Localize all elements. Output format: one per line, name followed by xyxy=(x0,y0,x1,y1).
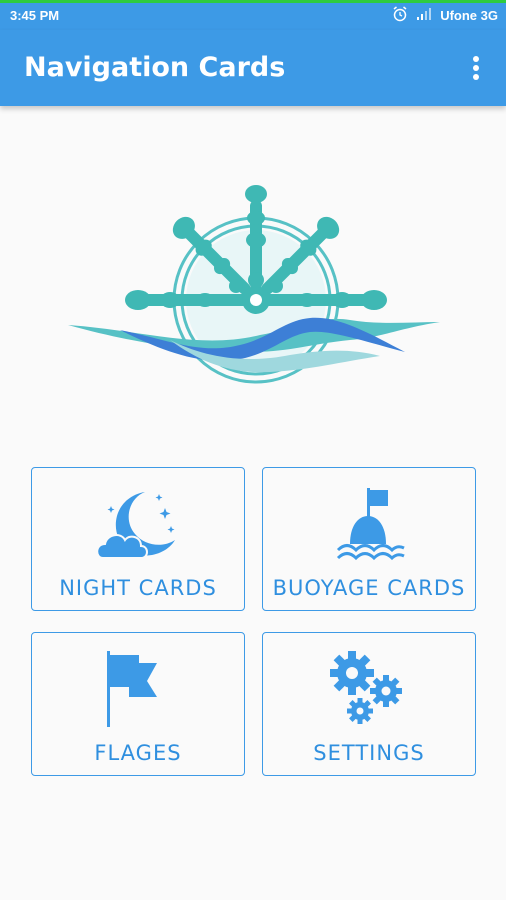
app-title: Navigation Cards xyxy=(24,52,286,83)
signal-icon xyxy=(416,7,432,24)
buoyage-cards-button[interactable]: BUOYAGE CARDS xyxy=(262,467,476,611)
moon-cloud-icon xyxy=(93,486,183,562)
night-cards-button[interactable]: NIGHT CARDS xyxy=(31,467,245,611)
flags-button[interactable]: FLAGES xyxy=(31,632,245,776)
more-vert-icon[interactable] xyxy=(464,52,488,86)
card-label: SETTINGS xyxy=(313,741,425,765)
flag-icon xyxy=(93,651,183,727)
status-time: 3:45 PM xyxy=(10,8,60,23)
status-carrier: Ufone 3G xyxy=(440,8,498,23)
status-right: Ufone 3G xyxy=(392,6,498,25)
card-label: BUOYAGE CARDS xyxy=(272,576,466,600)
status-accent-line xyxy=(0,0,506,3)
status-bar: 3:45 PM Ufone 3G xyxy=(0,0,506,30)
card-label: FLAGES xyxy=(94,741,182,765)
settings-button[interactable]: SETTINGS xyxy=(262,632,476,776)
buoy-icon xyxy=(324,486,414,562)
app-bar: Navigation Cards xyxy=(0,30,506,106)
ship-wheel-logo xyxy=(60,180,450,390)
gears-icon xyxy=(324,651,414,727)
alarm-icon xyxy=(392,6,408,25)
card-label: NIGHT CARDS xyxy=(59,576,217,600)
